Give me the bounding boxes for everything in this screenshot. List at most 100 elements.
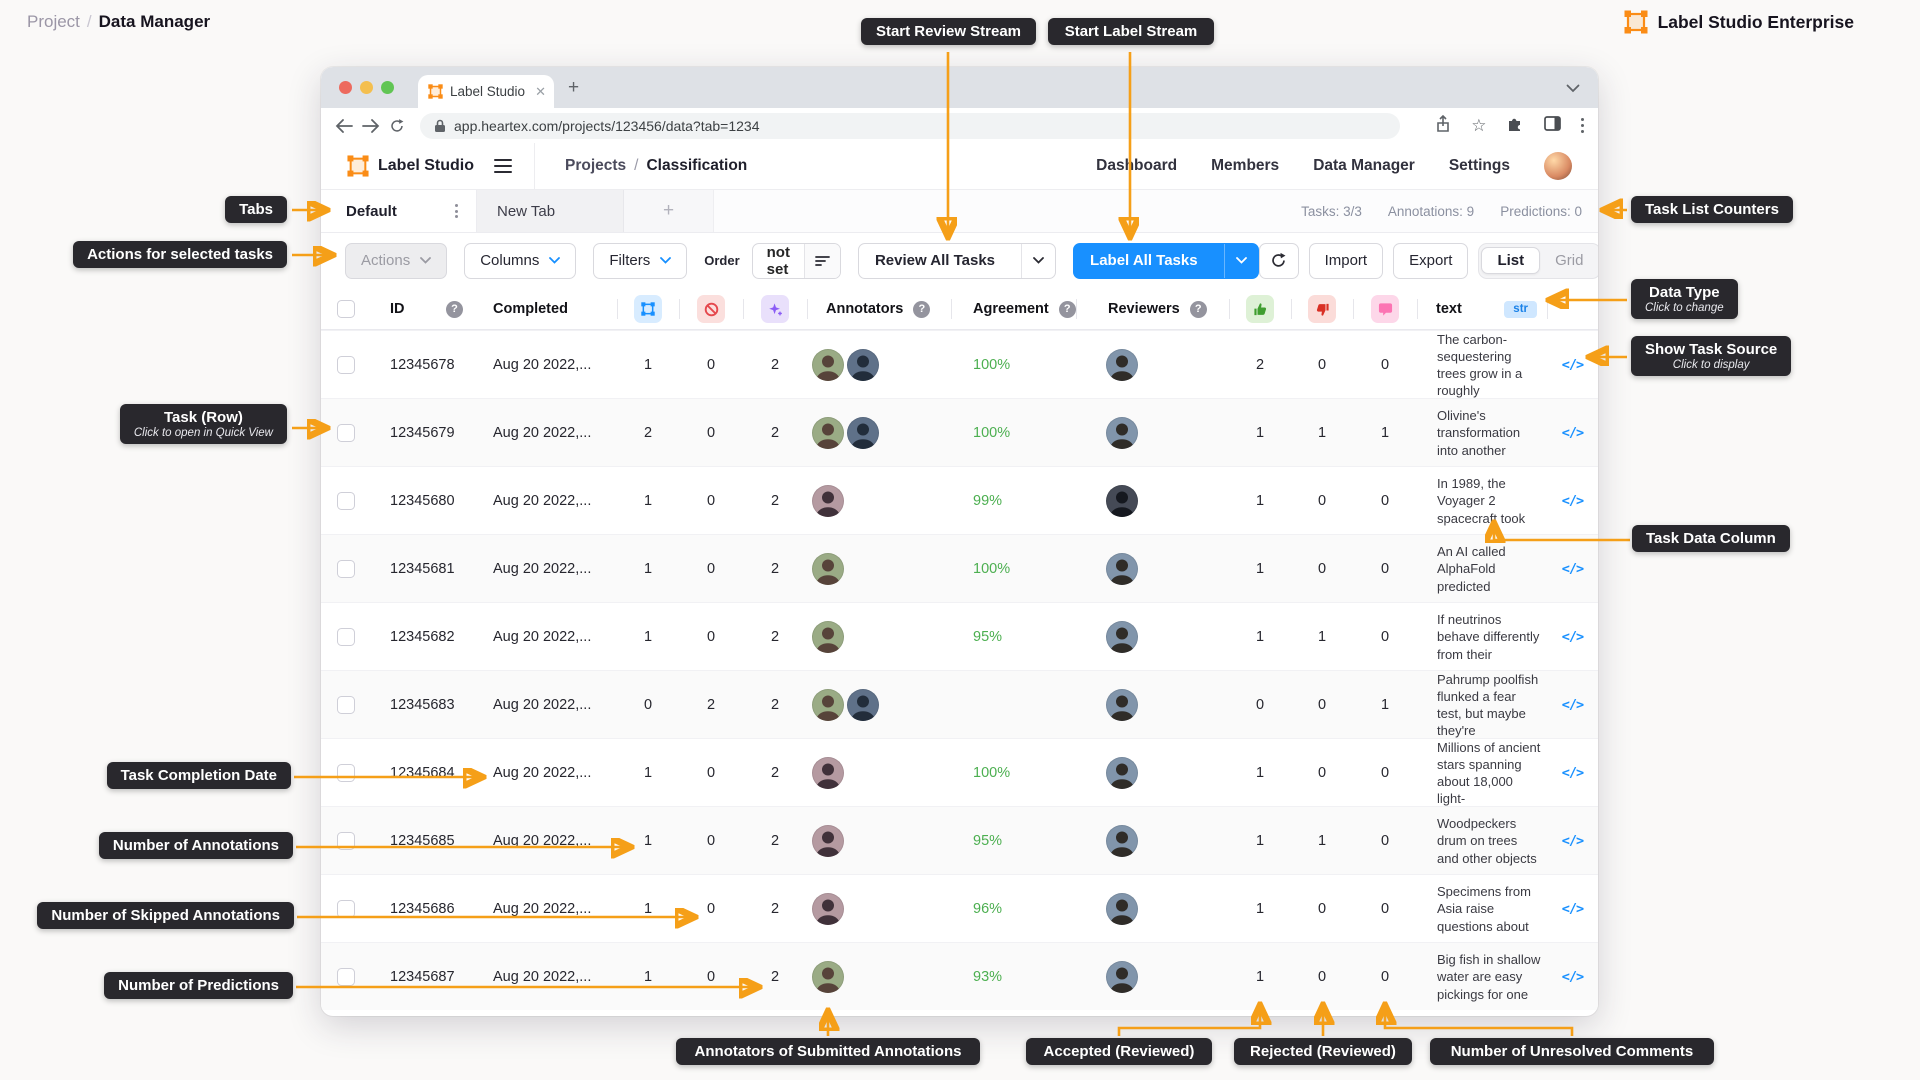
callout-accepted: Accepted (Reviewed) bbox=[1026, 1038, 1212, 1065]
nav-dashboard[interactable]: Dashboard bbox=[1096, 157, 1177, 175]
review-options-chevron[interactable] bbox=[1021, 244, 1055, 278]
import-button[interactable]: Import bbox=[1309, 243, 1384, 279]
avatar bbox=[847, 417, 879, 449]
label-options-chevron[interactable] bbox=[1224, 244, 1258, 278]
help-icon[interactable]: ? bbox=[1059, 301, 1076, 318]
row-checkbox[interactable] bbox=[337, 900, 355, 918]
header-text-column[interactable]: text str bbox=[1417, 288, 1547, 330]
header-id[interactable]: ID? bbox=[371, 288, 491, 330]
row-checkbox[interactable] bbox=[337, 628, 355, 646]
header-skipped-count[interactable] bbox=[679, 288, 743, 330]
back-icon[interactable] bbox=[335, 119, 353, 133]
review-all-tasks-button[interactable]: Review All Tasks bbox=[858, 243, 1056, 279]
actions-button[interactable]: Actions bbox=[345, 243, 447, 279]
sort-direction-icon[interactable] bbox=[804, 244, 840, 278]
address-bar[interactable]: app.heartex.com/projects/123456/data?tab… bbox=[420, 113, 1400, 139]
row-checkbox[interactable] bbox=[337, 356, 355, 374]
browser-menu-icon[interactable] bbox=[1581, 118, 1585, 134]
table-row[interactable]: 12345684Aug 20 2022,...102100%100Million… bbox=[321, 738, 1598, 806]
app-logo[interactable]: Label Studio bbox=[347, 155, 474, 177]
filters-button[interactable]: Filters bbox=[593, 243, 687, 279]
header-comments[interactable] bbox=[1353, 288, 1417, 330]
minimize-window-button[interactable] bbox=[360, 81, 373, 94]
table-row[interactable]: 12345679Aug 20 2022,...202100%111Olivine… bbox=[321, 398, 1598, 466]
row-checkbox[interactable] bbox=[337, 968, 355, 986]
ordering-control[interactable]: not set bbox=[752, 243, 841, 279]
nav-members[interactable]: Members bbox=[1211, 157, 1279, 175]
header-reviewers[interactable]: Reviewers? bbox=[1076, 288, 1229, 330]
table-row[interactable]: 12345682Aug 20 2022,...10295%110If neutr… bbox=[321, 602, 1598, 670]
table-row[interactable]: 12345686Aug 20 2022,...10296%100Specimen… bbox=[321, 874, 1598, 942]
label-all-tasks-button[interactable]: Label All Tasks bbox=[1073, 243, 1259, 279]
breadcrumb-projects[interactable]: Projects bbox=[565, 157, 626, 174]
select-all-checkbox[interactable] bbox=[337, 300, 355, 318]
user-avatar[interactable] bbox=[1544, 152, 1572, 180]
data-type-badge[interactable]: str bbox=[1504, 301, 1537, 318]
header-agreement[interactable]: Agreement? bbox=[951, 288, 1076, 330]
table-row[interactable]: 12345681Aug 20 2022,...102100%100An AI c… bbox=[321, 534, 1598, 602]
show-source-icon[interactable]: </> bbox=[1562, 357, 1583, 373]
new-tab-button[interactable]: + bbox=[568, 77, 579, 99]
header-accepted[interactable] bbox=[1229, 288, 1291, 330]
hamburger-menu-icon[interactable] bbox=[494, 159, 512, 173]
help-icon[interactable]: ? bbox=[913, 301, 930, 318]
show-source-icon[interactable]: </> bbox=[1562, 833, 1583, 849]
row-checkbox[interactable] bbox=[337, 696, 355, 714]
help-icon[interactable]: ? bbox=[1190, 301, 1207, 318]
row-checkbox[interactable] bbox=[337, 560, 355, 578]
cell-checkbox bbox=[321, 875, 371, 943]
table-row[interactable]: 12345683Aug 20 2022,...022001Pahrump poo… bbox=[321, 670, 1598, 738]
show-source-icon[interactable]: </> bbox=[1562, 493, 1583, 509]
refresh-button[interactable] bbox=[1259, 243, 1299, 279]
show-source-icon[interactable]: </> bbox=[1562, 901, 1583, 917]
row-checkbox[interactable] bbox=[337, 424, 355, 442]
show-source-icon[interactable]: </> bbox=[1562, 697, 1583, 713]
nav-data-manager[interactable]: Data Manager bbox=[1313, 157, 1415, 175]
close-tab-icon[interactable]: ✕ bbox=[535, 84, 546, 100]
share-icon[interactable] bbox=[1435, 115, 1451, 137]
row-checkbox[interactable] bbox=[337, 832, 355, 850]
toolbar: Actions Columns Filters Order not set Re… bbox=[321, 233, 1598, 288]
reload-icon[interactable] bbox=[389, 118, 405, 134]
extensions-puzzle-icon[interactable] bbox=[1507, 115, 1524, 137]
show-source-icon[interactable]: </> bbox=[1562, 629, 1583, 645]
show-source-icon[interactable]: </> bbox=[1562, 561, 1583, 577]
list-view-button[interactable]: List bbox=[1481, 247, 1540, 274]
export-button[interactable]: Export bbox=[1393, 243, 1468, 279]
columns-button[interactable]: Columns bbox=[464, 243, 576, 279]
help-icon[interactable]: ? bbox=[446, 301, 463, 318]
table-row[interactable]: 12345680Aug 20 2022,...10299%100In 1989,… bbox=[321, 466, 1598, 534]
tab-default[interactable]: Default bbox=[321, 190, 477, 232]
bookmark-star-icon[interactable]: ☆ bbox=[1471, 116, 1486, 136]
table-row[interactable]: 12345687Aug 20 2022,...10293%100Big fish… bbox=[321, 942, 1598, 1010]
header-completed[interactable]: Completed bbox=[491, 288, 617, 330]
header-annotations-count[interactable] bbox=[617, 288, 679, 330]
tab-options-icon[interactable] bbox=[451, 200, 462, 222]
show-source-icon[interactable]: </> bbox=[1562, 969, 1583, 985]
cell-annotators bbox=[807, 807, 951, 875]
cell-comments-count: 0 bbox=[1353, 331, 1417, 399]
header-predictions-count[interactable] bbox=[743, 288, 807, 330]
close-window-button[interactable] bbox=[339, 81, 352, 94]
side-panel-icon[interactable] bbox=[1544, 116, 1561, 136]
row-checkbox[interactable] bbox=[337, 492, 355, 510]
order-value[interactable]: not set bbox=[753, 244, 804, 278]
table-row[interactable]: 12345685Aug 20 2022,...10295%110Woodpeck… bbox=[321, 806, 1598, 874]
cell-annotations-count: 2 bbox=[617, 399, 679, 467]
zoom-window-button[interactable] bbox=[381, 81, 394, 94]
grid-view-button[interactable]: Grid bbox=[1540, 248, 1598, 273]
cell-predictions-count: 2 bbox=[743, 739, 807, 807]
show-source-icon[interactable]: </> bbox=[1562, 425, 1583, 441]
table-row[interactable]: 12345678Aug 20 2022,...102100%200The car… bbox=[321, 330, 1598, 398]
forward-icon[interactable] bbox=[362, 119, 380, 133]
header-rejected[interactable] bbox=[1291, 288, 1353, 330]
tab-new-tab[interactable]: New Tab bbox=[477, 190, 624, 232]
window-chevron-icon[interactable] bbox=[1566, 80, 1580, 98]
nav-settings[interactable]: Settings bbox=[1449, 157, 1510, 175]
show-source-icon[interactable]: </> bbox=[1562, 765, 1583, 781]
header-annotators[interactable]: Annotators? bbox=[807, 288, 951, 330]
row-checkbox[interactable] bbox=[337, 764, 355, 782]
add-tab-button[interactable]: + bbox=[624, 190, 714, 232]
browser-tab[interactable]: Label Studio ✕ bbox=[418, 75, 554, 108]
breadcrumb-parent[interactable]: Project bbox=[27, 12, 80, 31]
